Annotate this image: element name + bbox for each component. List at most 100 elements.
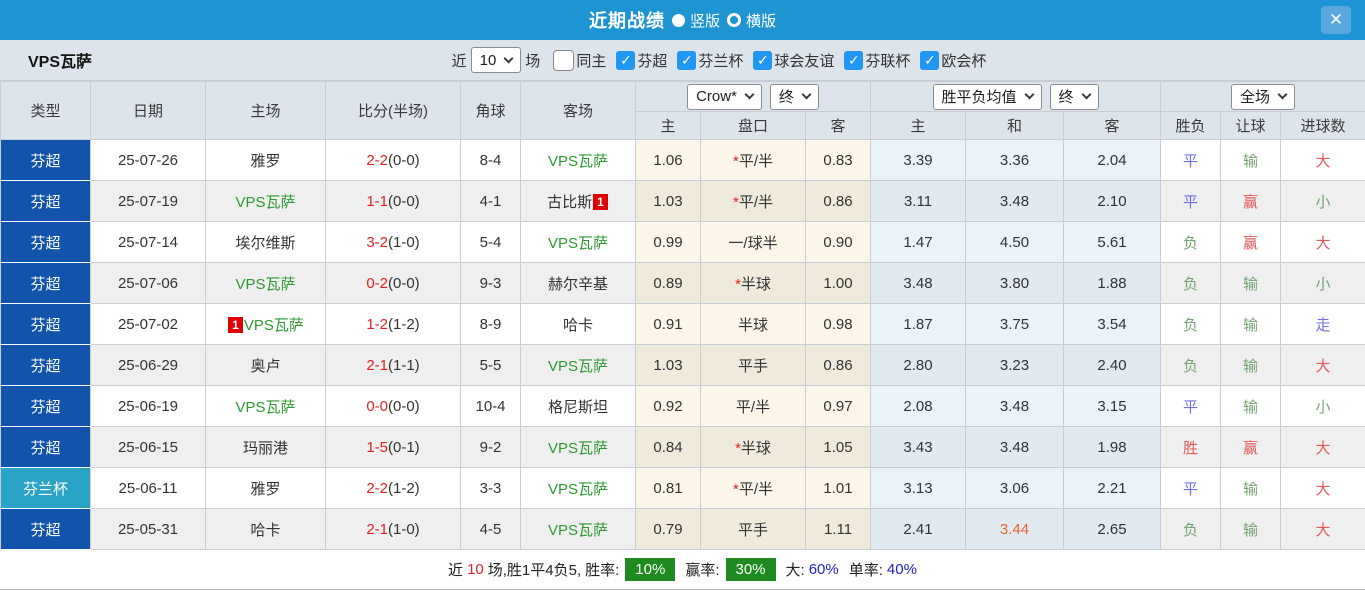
match-count-value: 10	[479, 51, 497, 69]
avg-home-odds-cell: 3.48	[870, 262, 967, 304]
subheader-handicap-home: 主	[635, 111, 701, 140]
home-team-cell: 玛丽港	[205, 426, 326, 468]
handicap-home-odds-cell: 1.03	[635, 344, 701, 386]
result-wdl-cell: 负	[1160, 262, 1222, 304]
avg-away-odds-cell: 2.21	[1063, 467, 1162, 509]
result-handicap-cell: 赢	[1220, 180, 1282, 222]
subheader-handicap-line: 盘口	[700, 111, 806, 140]
team-name: 雅罗	[250, 152, 281, 170]
avg-draw-odds-cell: 3.44	[965, 508, 1065, 550]
avg-time-select[interactable]: 终	[1049, 83, 1099, 110]
result-handicap-cell: 输	[1220, 139, 1282, 181]
result-handicap-cell: 输	[1220, 303, 1282, 345]
league-label-4: 欧会杯	[941, 52, 987, 70]
radio-unselected-icon[interactable]	[727, 13, 741, 27]
big-rate-value: 60%	[808, 561, 839, 578]
match-row: 芬超 25-06-15 玛丽港 1-5(0-1) 9-2 VPS瓦萨 0.84 …	[0, 426, 1365, 468]
league-type-cell: 芬超	[0, 221, 91, 263]
layout-radio-vertical[interactable]: 竖版	[671, 10, 720, 31]
halftime-score: (0-0)	[388, 192, 420, 210]
halftime-score: (0-0)	[388, 274, 420, 292]
match-date-cell: 25-07-19	[90, 180, 206, 222]
match-row: 芬超 25-07-26 雅罗 2-2(0-0) 8-4 VPS瓦萨 1.06 *…	[0, 139, 1365, 181]
fulltime-score: 2-2	[366, 479, 388, 497]
handicap-line-cell: *半球	[700, 262, 806, 304]
result-wdl-cell: 平	[1160, 139, 1222, 181]
handicap-line-cell: *半球	[700, 426, 806, 468]
subheader-result-handicap: 让球	[1220, 111, 1282, 140]
match-date-cell: 25-07-06	[90, 262, 206, 304]
check-icon: ✓	[619, 51, 632, 68]
same-home-label: 同主	[576, 52, 607, 70]
handicap-home-odds-cell: 0.92	[635, 385, 701, 427]
team-name: 古比斯	[547, 193, 593, 211]
handicap-time-select[interactable]: 终	[769, 83, 819, 110]
header-avg-group: 胜平负均值 终	[870, 81, 1162, 112]
avg-draw-odds-cell: 3.48	[965, 385, 1065, 427]
avg-home-odds-cell: 1.47	[870, 221, 967, 263]
result-wdl-cell: 胜	[1160, 426, 1222, 468]
result-handicap-cell: 赢	[1220, 221, 1282, 263]
avg-away-odds-cell: 3.54	[1063, 303, 1162, 345]
check-icon: ✓	[680, 51, 693, 68]
away-team-cell: VPS瓦萨	[520, 139, 636, 181]
header-home: 主场	[205, 81, 326, 140]
results-table: 类型 日期 主场 比分(半场) 角球 客场 Crow* 终 胜平负均值 终 全场…	[0, 81, 1365, 550]
avg-odds-select[interactable]: 胜平负均值	[932, 83, 1042, 110]
bookmaker-select[interactable]: Crow*	[687, 83, 762, 110]
corner-cell: 5-4	[460, 221, 521, 263]
result-wdl-cell: 负	[1160, 344, 1222, 386]
match-count-select[interactable]: 10	[470, 47, 522, 73]
check-icon: ✓	[756, 51, 769, 68]
score-cell: 2-2(0-0)	[325, 139, 461, 181]
avg-home-odds-cell: 3.13	[870, 467, 967, 509]
win-rate-label: 胜率:	[585, 562, 620, 579]
handicap-away-odds-cell: 0.86	[804, 180, 872, 222]
league-label-2: 球会友谊	[774, 52, 835, 70]
layout-radio-horizontal[interactable]: 横版	[727, 10, 776, 31]
match-row: 芬超 25-07-02 1 VPS瓦萨 1-2(1-2) 8-9 哈卡 0.91 …	[0, 303, 1365, 345]
corner-cell: 10-4	[460, 385, 521, 427]
result-wdl-cell: 负	[1160, 303, 1222, 345]
match-date-cell: 25-07-02	[90, 303, 206, 345]
radio-horizontal-label[interactable]: 横版	[746, 10, 776, 31]
league-type-cell: 芬超	[0, 426, 91, 468]
league-checkbox-1[interactable]: ✓	[677, 50, 697, 70]
chevron-down-icon	[744, 89, 755, 100]
team-name: 玛丽港	[242, 439, 288, 457]
corner-cell: 3-3	[460, 467, 521, 509]
period-select[interactable]: 全场	[1231, 83, 1296, 110]
league-checkbox-4[interactable]: ✓	[920, 50, 940, 70]
bookmaker-value: Crow*	[696, 88, 737, 105]
league-label-1: 芬兰杯	[698, 52, 744, 70]
team-name: VPS瓦萨	[547, 521, 608, 539]
radio-vertical-label[interactable]: 竖版	[690, 10, 720, 31]
same-home-checkbox[interactable]	[553, 49, 575, 71]
handicap-away-odds-cell: 0.97	[804, 385, 872, 427]
league-checkbox-3[interactable]: ✓	[844, 50, 864, 70]
team-name: VPS瓦萨	[235, 193, 296, 211]
page-title: 近期战绩	[588, 11, 665, 31]
handicap-away-odds-cell: 1.05	[804, 426, 872, 468]
match-date-cell: 25-06-19	[90, 385, 206, 427]
team-name: VPS瓦萨	[547, 439, 608, 457]
league-checkbox-0[interactable]: ✓	[616, 50, 636, 70]
summary-record: 场,胜1平4负5,	[487, 562, 582, 579]
header-type: 类型	[0, 81, 91, 140]
radio-selected-icon[interactable]	[671, 13, 685, 27]
league-label-0: 芬超	[637, 52, 668, 70]
header-corner: 角球	[460, 81, 521, 140]
subheader-avg-draw: 和	[965, 111, 1065, 140]
match-row: 芬超 25-06-29 奥卢 2-1(1-1) 5-5 VPS瓦萨 1.03 平…	[0, 344, 1365, 386]
header-date: 日期	[90, 81, 206, 140]
result-goals-cell: 走	[1280, 303, 1365, 345]
home-team-cell: VPS瓦萨	[205, 262, 326, 304]
halftime-score: (0-0)	[388, 151, 420, 169]
fulltime-score: 3-2	[366, 233, 388, 251]
halftime-score: (1-0)	[388, 233, 420, 251]
home-team-cell: 雅罗	[205, 467, 326, 509]
match-row: 芬超 25-07-14 埃尔维斯 3-2(1-0) 5-4 VPS瓦萨 0.99…	[0, 221, 1365, 263]
close-button[interactable]: ✕	[1321, 6, 1351, 34]
team-name: 哈卡	[562, 316, 593, 334]
league-checkbox-2[interactable]: ✓	[753, 50, 773, 70]
